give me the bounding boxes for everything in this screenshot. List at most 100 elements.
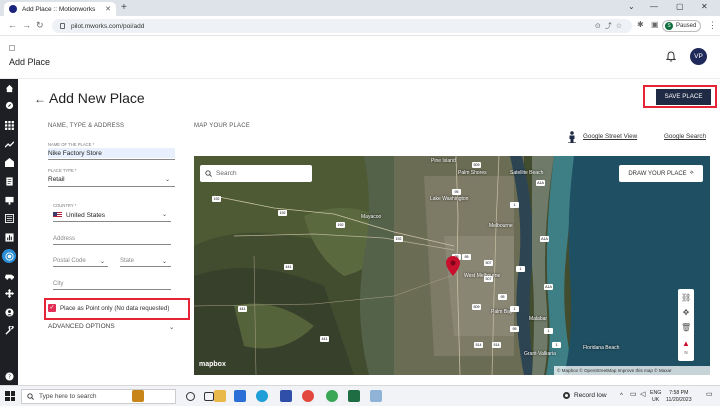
volume-icon[interactable]: ◁ [640, 391, 645, 399]
chart-icon[interactable] [4, 232, 14, 242]
store-icon[interactable] [280, 390, 292, 402]
map-label: Grant-Valkaria [524, 351, 556, 357]
map-tools-panel: ⛓ ✥ 🗑 ▲ N [678, 289, 694, 361]
omnibox[interactable]: pilot.mworks.com/poi/add ⊙⤴☆ [52, 19, 632, 33]
chevron-down-icon[interactable]: ⌄ [100, 258, 105, 265]
map-label: Pine Island [431, 158, 456, 164]
windows-start-icon[interactable] [5, 391, 15, 401]
task-view-icon[interactable] [204, 392, 214, 401]
document-icon[interactable] [4, 176, 14, 186]
search-icon [205, 170, 212, 177]
map-section-label: MAP YOUR PLACE [194, 123, 250, 129]
notifications-icon[interactable]: ▭ [706, 391, 713, 399]
back-nav-icon[interactable]: ← [8, 20, 17, 30]
road-shield-icon: 441 [284, 264, 293, 270]
city-input[interactable]: City [53, 281, 63, 287]
draw-polygon-icon: ⟡ [689, 170, 694, 176]
map-search-input[interactable]: Search [200, 165, 312, 182]
map-attribution[interactable]: © Mapbox © OpenStreetMap Improve this ma… [554, 366, 710, 375]
draw-your-place-button[interactable]: DRAW YOUR PLACE ⟡ [619, 165, 703, 182]
home-icon[interactable] [4, 83, 14, 93]
forward-nav-icon[interactable]: → [22, 20, 31, 30]
taskbar-search-box[interactable]: Type here to search [21, 389, 176, 404]
clock[interactable]: 7:58 PM 11/20/2023 [666, 390, 692, 403]
vehicle-icon[interactable] [4, 270, 14, 280]
pegman-icon[interactable] [568, 131, 576, 143]
briefcase-icon[interactable] [132, 390, 144, 402]
state-select[interactable]: State [120, 258, 134, 264]
media-icon[interactable] [4, 195, 14, 205]
apps-icon[interactable] [4, 120, 14, 130]
chevron-down-icon[interactable]: ⌄ [162, 258, 167, 265]
draw-your-place-label: DRAW YOUR PLACE [628, 170, 687, 177]
country-select[interactable]: United States [66, 212, 105, 219]
paint-icon[interactable] [370, 390, 382, 402]
road-shield-icon: 192 [336, 222, 345, 228]
avatar[interactable]: VP [690, 48, 707, 65]
trend-icon[interactable] [4, 139, 14, 149]
road-shield-icon: 1 [544, 328, 553, 334]
tray-chevron-icon[interactable]: ^ [620, 393, 623, 400]
chrome-menu-icon[interactable]: ⋮ [708, 20, 717, 31]
teams-icon[interactable] [348, 390, 360, 402]
chevron-down-icon[interactable]: ⌄ [169, 323, 174, 331]
link-icon[interactable]: ⛓ [681, 293, 691, 303]
user-icon[interactable] [4, 307, 14, 317]
sidepanel-icon[interactable]: ▣ [651, 20, 659, 29]
move-icon[interactable] [4, 288, 14, 298]
language-indicator[interactable]: ENG UK [650, 390, 661, 403]
app-header: Add Place VP [0, 37, 720, 79]
mail-icon[interactable] [234, 390, 246, 402]
cortana-icon[interactable] [186, 392, 195, 401]
explore-icon[interactable] [4, 100, 14, 110]
map-label: Satellite Beach [510, 170, 544, 176]
tools-icon[interactable] [4, 325, 14, 335]
help-icon[interactable]: ? [4, 371, 14, 381]
chrome-icon[interactable] [302, 390, 314, 402]
record-low-widget[interactable]: Record low [563, 392, 607, 399]
road-shield-icon: 514 [474, 342, 483, 348]
new-tab-icon[interactable]: + [121, 2, 127, 13]
chevron-down-icon[interactable]: ⌄ [162, 211, 167, 218]
tab-title: Add Place :: Motionworks [22, 5, 96, 13]
minimize-icon[interactable]: — [650, 2, 658, 11]
type-select[interactable]: Retail [48, 176, 65, 183]
chrome-profile-icon[interactable] [326, 390, 338, 402]
map-pin-icon[interactable] [446, 256, 460, 276]
name-value: Nike Factory Store [48, 150, 102, 157]
target-icon[interactable] [2, 249, 16, 263]
extensions-icon[interactable]: ✱ [637, 20, 644, 29]
save-place-button[interactable]: SAVE PLACE [656, 89, 711, 105]
maximize-icon[interactable]: ▢ [676, 2, 684, 11]
close-tab-icon[interactable]: ✕ [105, 5, 111, 13]
chevron-down-icon[interactable]: ⌄ [165, 176, 170, 183]
road-shield-icon: 95 [462, 254, 471, 260]
notification-bell-icon[interactable] [666, 51, 676, 62]
country-underline [53, 221, 171, 222]
list-icon[interactable] [4, 213, 14, 223]
edge-icon[interactable] [256, 390, 268, 402]
windows-taskbar: Type here to search Record low ^ ▭ ◁ ENG… [0, 385, 720, 406]
back-arrow-icon[interactable]: ← [34, 92, 46, 106]
advanced-options-toggle[interactable]: ADVANCED OPTIONS [48, 323, 115, 330]
close-window-icon[interactable]: ✕ [701, 2, 708, 11]
point-only-checkbox[interactable]: ✓ [48, 304, 56, 312]
google-street-view-link[interactable]: Google Street View [583, 133, 637, 140]
browser-tab[interactable]: Add Place :: Motionworks ✕ [4, 2, 116, 16]
network-icon[interactable]: ▭ [630, 391, 637, 399]
address-input[interactable]: Address [53, 236, 75, 242]
profile-paused-chip[interactable]: S Paused [662, 20, 702, 32]
file-explorer-icon[interactable] [214, 390, 226, 402]
omnibox-actions-icon[interactable]: ⊙⤴☆ [595, 21, 626, 31]
postal-code-input[interactable]: Postal Code [53, 258, 86, 264]
trash-icon[interactable]: 🗑 [681, 323, 691, 333]
satellite-map[interactable]: Pine Island Satellite Beach Palm Shores … [194, 156, 710, 375]
move-icon[interactable]: ✥ [681, 308, 691, 318]
mapbox-logo[interactable]: mapbox [199, 361, 226, 368]
address-toolbar: ← → ↻ pilot.mworks.com/poi/add ⊙⤴☆ ✱ ▣ S… [0, 16, 720, 36]
places-icon[interactable] [4, 157, 14, 167]
name-underline [48, 159, 175, 160]
reload-icon[interactable]: ↻ [36, 20, 44, 31]
tab-search-icon[interactable]: ⌄ [628, 2, 635, 11]
google-search-link[interactable]: Google Search [664, 133, 706, 140]
